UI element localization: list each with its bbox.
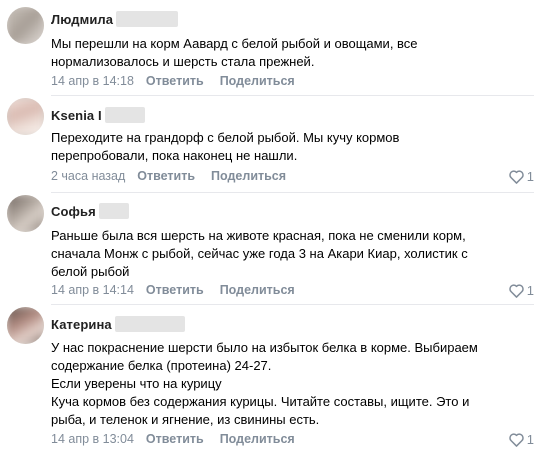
reply-button[interactable]: Ответить bbox=[137, 169, 195, 183]
avatar[interactable] bbox=[7, 7, 44, 44]
reply-button[interactable]: Ответить bbox=[146, 74, 204, 88]
share-button[interactable]: Поделиться bbox=[220, 283, 295, 297]
reply-button[interactable]: Ответить bbox=[146, 283, 204, 297]
redacted-surname bbox=[114, 316, 185, 332]
share-button[interactable]: Поделиться bbox=[220, 432, 295, 446]
comment-date[interactable]: 14 апр в 14:14 bbox=[51, 283, 134, 297]
comment-text: У нас покраснение шерсти было на избыток… bbox=[51, 340, 478, 427]
like-count: 1 bbox=[526, 283, 534, 298]
reply-button[interactable]: Ответить bbox=[146, 432, 204, 446]
heart-icon bbox=[508, 169, 524, 184]
share-button[interactable]: Поделиться bbox=[211, 169, 286, 183]
author-name[interactable]: Софья bbox=[51, 204, 96, 219]
redacted-surname bbox=[98, 203, 129, 219]
comment-date[interactable]: 14 апр в 14:18 bbox=[51, 74, 134, 88]
like-count: 1 bbox=[526, 169, 534, 184]
avatar[interactable] bbox=[7, 98, 44, 135]
comment-text: Раньше была вся шерсть на животе красная… bbox=[51, 228, 468, 279]
comment-text: Переходите на грандорф с белой рыбой. Мы… bbox=[51, 130, 400, 163]
like-button[interactable]: 1 bbox=[508, 169, 534, 184]
avatar[interactable] bbox=[7, 307, 44, 344]
author-name[interactable]: Катерина bbox=[51, 317, 112, 332]
redacted-surname bbox=[104, 107, 145, 123]
author-name[interactable]: Людмила bbox=[51, 12, 113, 27]
author-name[interactable]: Ksenia I bbox=[51, 108, 102, 123]
like-button[interactable]: 1 bbox=[508, 283, 534, 298]
like-button[interactable]: 1 bbox=[508, 432, 534, 447]
divider bbox=[51, 192, 534, 193]
heart-icon bbox=[508, 283, 524, 298]
comment-text: Мы перешли на корм Аавард с белой рыбой … bbox=[51, 36, 418, 69]
like-count: 1 bbox=[526, 432, 534, 447]
share-button[interactable]: Поделиться bbox=[220, 74, 295, 88]
comment-date[interactable]: 2 часа назад bbox=[51, 169, 125, 183]
divider bbox=[51, 304, 534, 305]
avatar[interactable] bbox=[7, 195, 44, 232]
heart-icon bbox=[508, 432, 524, 447]
divider bbox=[51, 95, 534, 96]
redacted-surname bbox=[116, 11, 179, 27]
comment-date[interactable]: 14 апр в 13:04 bbox=[51, 432, 134, 446]
